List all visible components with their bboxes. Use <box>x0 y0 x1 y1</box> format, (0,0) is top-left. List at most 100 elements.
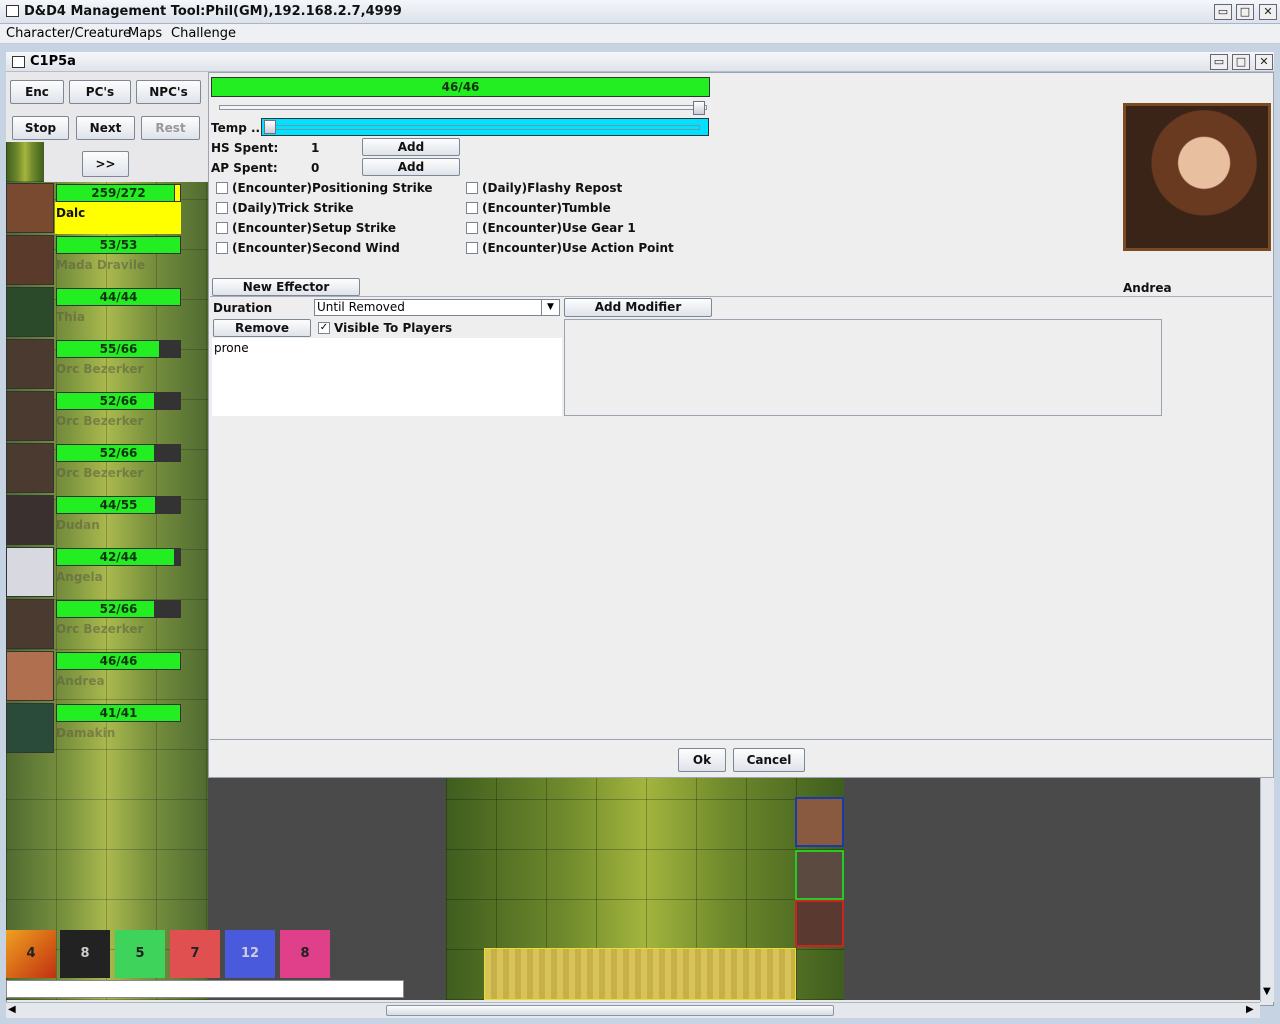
stop-button[interactable]: Stop <box>12 116 69 140</box>
combatant-hp-text: 53/53 <box>99 238 138 252</box>
scroll-right-icon[interactable]: ▶ <box>1246 1004 1254 1015</box>
internal-minimize-icon[interactable]: ▭ <box>1210 54 1228 70</box>
menu-challenge[interactable]: Challenge <box>171 26 236 41</box>
power-label: (Encounter)Second Wind <box>232 241 400 255</box>
d12-die[interactable]: 12 <box>225 930 275 978</box>
combatant-hp-bar: 46/46 <box>56 652 181 670</box>
power-checkbox[interactable] <box>216 222 228 234</box>
horizontal-scrollbar[interactable]: ◀ ▶ <box>6 1002 1260 1018</box>
maximize-icon[interactable]: □ <box>1236 4 1254 20</box>
dialog-separator <box>210 739 1272 740</box>
combatant-name: Orc Bezerker <box>56 622 144 636</box>
chat-input[interactable] <box>6 980 404 998</box>
close-icon[interactable]: ✕ <box>1259 4 1277 20</box>
visible-to-players-checkbox[interactable]: ✓ <box>318 322 330 334</box>
chevron-down-icon[interactable]: ▼ <box>541 300 559 315</box>
power-checkbox[interactable] <box>466 202 478 214</box>
combatant-hp-bar: 52/66 <box>56 392 181 410</box>
temp-slider[interactable] <box>261 118 709 136</box>
power-checkbox[interactable] <box>466 182 478 194</box>
combatant-portrait <box>6 443 54 493</box>
combatant-name: Dudan <box>56 518 100 532</box>
internal-window-titlebar: C1P5a ▭ □ ✕ <box>6 52 1274 72</box>
combatant-hp-bar: 53/53 <box>56 236 181 254</box>
minimize-icon[interactable]: ▭ <box>1214 4 1232 20</box>
button-area-map <box>6 142 44 182</box>
combatant-hp-text: 259/272 <box>91 186 146 200</box>
map-token-orc-2[interactable] <box>795 900 844 947</box>
hp-slider-thumb[interactable] <box>693 101 705 115</box>
combatant-name: Orc Bezerker <box>56 362 144 376</box>
combatant-hp-text: 46/46 <box>99 654 138 668</box>
enc-button[interactable]: Enc <box>10 80 64 104</box>
combatant-row[interactable]: 53/53 Mada Dravile <box>6 234 182 286</box>
combatant-name: Orc Bezerker <box>56 414 144 428</box>
new-effector-button[interactable]: New Effector <box>212 278 360 296</box>
combatant-row[interactable]: 52/66 Orc Bezerker <box>6 442 182 494</box>
ok-button[interactable]: Ok <box>678 748 726 772</box>
d4-die[interactable]: 4 <box>6 930 56 978</box>
next-button[interactable]: Next <box>76 116 135 140</box>
cancel-button[interactable]: Cancel <box>733 748 805 772</box>
combatant-portrait <box>6 703 54 753</box>
combatant-row[interactable]: 42/44 Angela <box>6 546 182 598</box>
power-checkbox[interactable] <box>216 242 228 254</box>
internal-window-icon <box>12 56 25 68</box>
combatant-row[interactable]: 44/55 Dudan <box>6 494 182 546</box>
remove-button[interactable]: Remove <box>213 319 311 337</box>
scroll-down-icon[interactable]: ▼ <box>1263 986 1271 997</box>
internal-close-icon[interactable]: ✕ <box>1255 54 1273 70</box>
map-token-andrea[interactable] <box>795 797 844 847</box>
pcs-button[interactable]: PC's <box>69 80 131 104</box>
menu-maps[interactable]: Maps <box>128 26 162 41</box>
combatant-row[interactable]: 44/44 Thia <box>6 286 182 338</box>
duration-label: Duration <box>213 301 273 315</box>
combatant-portrait <box>6 651 54 701</box>
npcs-button[interactable]: NPC's <box>136 80 201 104</box>
hs-add-button[interactable]: Add <box>362 138 460 156</box>
combatant-row[interactable]: 52/66 Orc Bezerker <box>6 598 182 650</box>
window-titlebar: D&D4 Management Tool:Phil(GM),192.168.2.… <box>0 0 1280 24</box>
power-label: (Encounter)Tumble <box>482 201 611 215</box>
combatant-row[interactable]: 259/272 Dalc <box>6 182 182 234</box>
add-modifier-button[interactable]: Add Modifier <box>564 298 712 317</box>
menu-character-creature[interactable]: Character/Creature <box>6 26 131 41</box>
combatant-hp-bar: 44/44 <box>56 288 181 306</box>
ap-spent-label: AP Spent: <box>211 161 278 175</box>
modifier-list[interactable] <box>564 319 1162 416</box>
scroll-thumb[interactable] <box>386 1005 834 1016</box>
power-checkbox[interactable] <box>466 242 478 254</box>
power-checkbox[interactable] <box>216 182 228 194</box>
d10-die[interactable]: 7 <box>170 930 220 978</box>
app-icon <box>6 5 19 17</box>
d6-die[interactable]: 8 <box>60 930 110 978</box>
vertical-scrollbar[interactable]: ▼ <box>1260 778 1274 1002</box>
combatant-portrait <box>6 235 54 285</box>
duration-value: Until Removed <box>317 300 405 314</box>
temp-slider-thumb[interactable] <box>264 120 276 134</box>
hp-bar-remainder <box>175 185 180 201</box>
combatant-row[interactable]: 46/46 Andrea <box>6 650 182 702</box>
power-label: (Encounter)Setup Strike <box>232 221 396 235</box>
d8-die[interactable]: 5 <box>115 930 165 978</box>
internal-maximize-icon[interactable]: □ <box>1232 54 1250 70</box>
hp-bar: 46/46 <box>211 77 710 97</box>
duration-select[interactable]: Until Removed ▼ <box>314 299 560 316</box>
effect-text-area[interactable]: prone <box>212 338 562 416</box>
scroll-left-icon[interactable]: ◀ <box>8 1004 16 1015</box>
d20-die[interactable]: 8 <box>280 930 330 978</box>
rest-button[interactable]: Rest <box>141 116 200 140</box>
more-button[interactable]: >> <box>82 151 129 177</box>
ap-add-button[interactable]: Add <box>362 158 460 176</box>
power-checkbox[interactable] <box>216 202 228 214</box>
combatant-hp-bar: 41/41 <box>56 704 181 722</box>
combatant-row[interactable]: 55/66 Orc Bezerker <box>6 338 182 390</box>
power-checkbox[interactable] <box>466 222 478 234</box>
combatant-name: Damakin <box>56 726 116 740</box>
power-label: (Daily)Trick Strike <box>232 201 354 215</box>
map-token-orc-1[interactable] <box>795 850 844 900</box>
combatant-row[interactable]: 41/41 Damakin <box>6 702 182 754</box>
combatant-row[interactable]: 52/66 Orc Bezerker <box>6 390 182 442</box>
menu-bar: Character/Creature Maps Challenge <box>0 24 1280 44</box>
hp-slider[interactable] <box>219 101 707 115</box>
